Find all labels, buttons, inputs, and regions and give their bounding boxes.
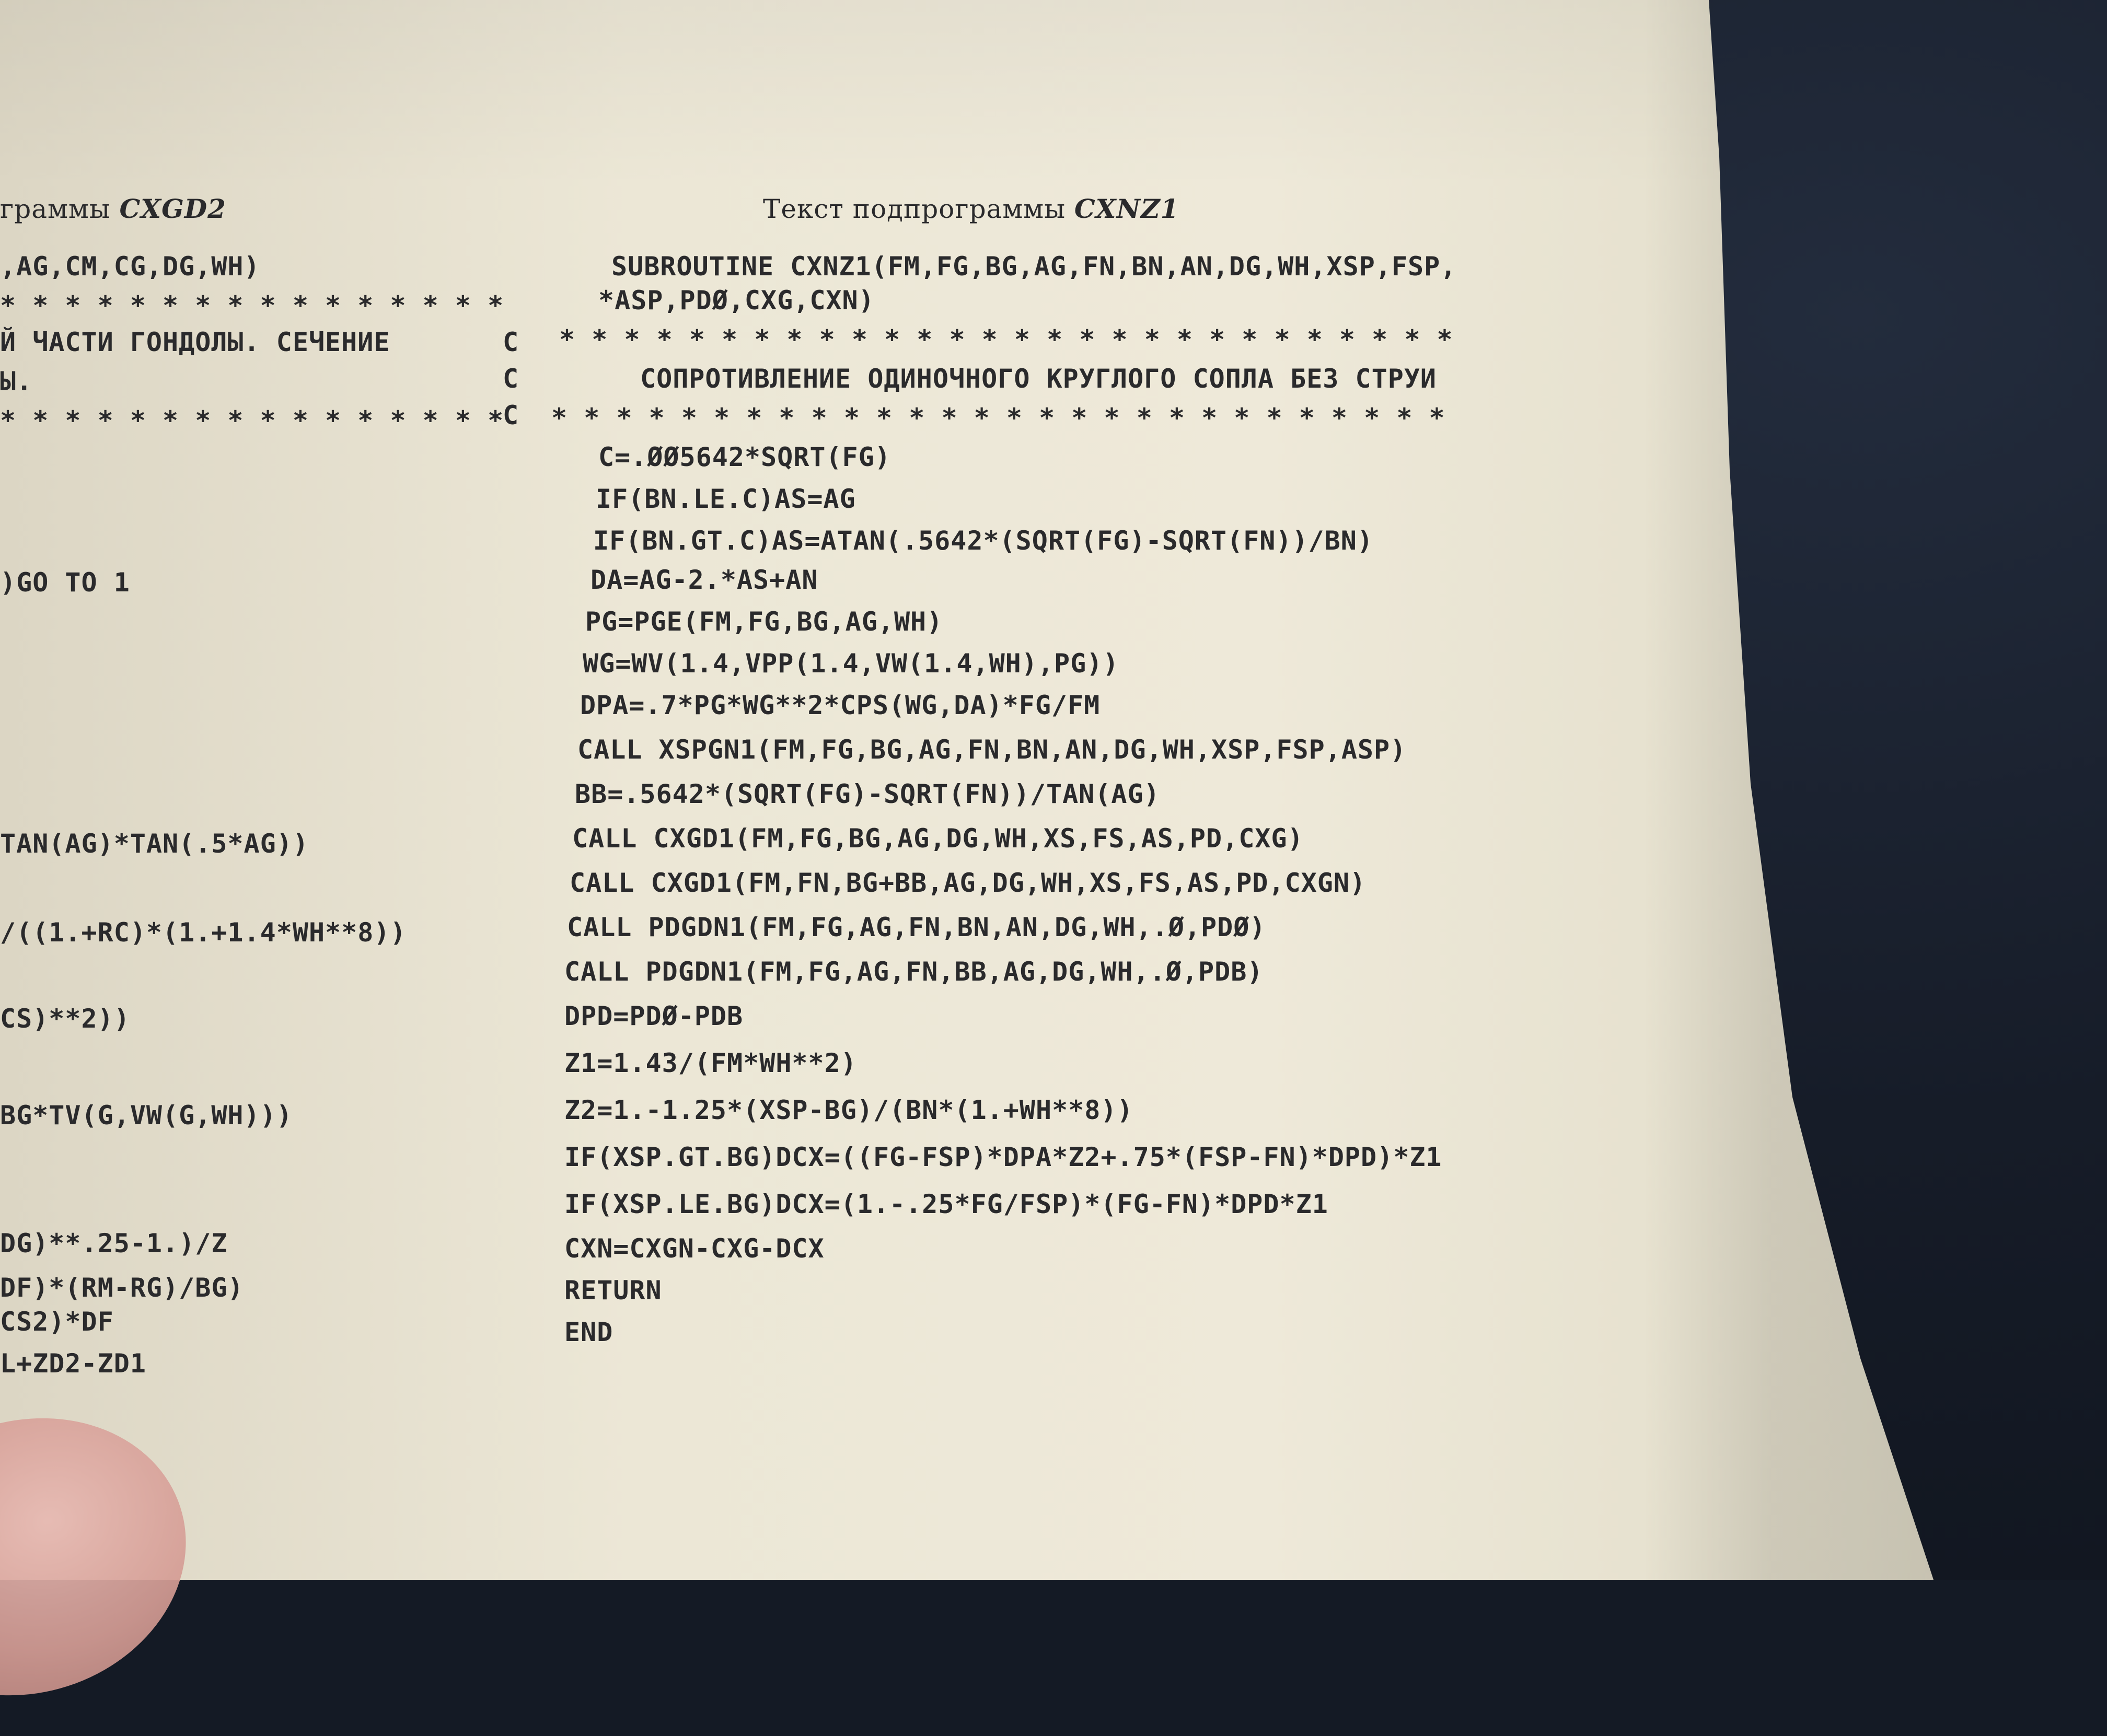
left-title-name: CXGD2 xyxy=(119,193,226,224)
code-line: IF(XSP.LE.BG)DCX=(1.-.25*FG/FSP)*(FG-FN)… xyxy=(564,1189,1328,1219)
code-line: IF(BN.GT.C)AS=ATAN(.5642*(SQRT(FG)-SQRT(… xyxy=(593,526,1373,556)
code-line: END xyxy=(564,1317,613,1347)
left-line: Й ЧАСТИ ГОНДОЛЫ. СЕЧЕНИЕ xyxy=(0,327,390,357)
code-line: DPD=PDØ-PDB xyxy=(564,1001,744,1031)
left-line: TAN(AG)*TAN(.5*AG)) xyxy=(0,829,309,859)
code-line: * * * * * * * * * * * * * * * * * * * * … xyxy=(559,324,1453,355)
code-line: Z1=1.43/(FM*WH**2) xyxy=(564,1048,857,1078)
left-line: CS)**2)) xyxy=(0,1004,130,1034)
left-line: DG)**.25-1.)/Z xyxy=(0,1228,228,1259)
code-line: DPA=.7*PG*WG**2*CPS(WG,DA)*FG/FM xyxy=(580,690,1101,720)
code-line: BB=.5642*(SQRT(FG)-SQRT(FN))/TAN(AG) xyxy=(575,779,1160,809)
code-line: IF(BN.LE.C)AS=AG xyxy=(596,484,856,514)
left-line: BG*TV(G,VW(G,WH))) xyxy=(0,1100,293,1131)
left-line: ,AG,CM,CG,DG,WH) xyxy=(0,251,260,282)
code-line: CALL CXGD1(FM,FG,BG,AG,DG,WH,XS,FS,AS,PD… xyxy=(572,823,1304,854)
code-line: RETURN xyxy=(564,1275,662,1306)
left-line: Ы. xyxy=(0,366,33,397)
code-line: Z2=1.-1.25*(XSP-BG)/(BN*(1.+WH**8)) xyxy=(564,1095,1133,1125)
code-line: SUBROUTINE CXNZ1(FM,FG,BG,AG,FN,BN,AN,DG… xyxy=(611,251,1457,282)
code-line: IF(XSP.GT.BG)DCX=((FG-FSP)*DPA*Z2+.75*(F… xyxy=(564,1142,1442,1172)
left-line: )GO TO 1 xyxy=(0,567,130,598)
left-title-text: граммы xyxy=(0,194,120,224)
code-line: СОПРОТИВЛЕНИЕ ОДИНОЧНОГО КРУГЛОГО СОПЛА … xyxy=(640,364,1437,394)
code-line: C=.ØØ5642*SQRT(FG) xyxy=(598,442,891,472)
left-line: * * * * * * * * * * * * * * * * xyxy=(0,290,504,321)
code-line: CXN=CXGN-CXG-DCX xyxy=(564,1233,825,1264)
code-line: *ASP,PDØ,CXG,CXN) xyxy=(598,285,875,316)
right-title: Текст подпрограммы CXNZ1 xyxy=(763,193,1179,225)
comment-marker: C xyxy=(503,364,519,394)
code-line: CALL XSPGN1(FM,FG,BG,AG,FN,BN,AN,DG,WH,X… xyxy=(577,735,1407,765)
left-line: DF)*(RM-RG)/BG) xyxy=(0,1273,244,1303)
right-title-text: Текст подпрограммы xyxy=(763,194,1074,224)
left-line: /((1.+RC)*(1.+1.4*WH**8)) xyxy=(0,917,407,948)
right-title-name: CXNZ1 xyxy=(1074,193,1179,224)
left-line: CS2)*DF xyxy=(0,1307,114,1337)
code-line: PG=PGE(FM,FG,BG,AG,WH) xyxy=(585,607,943,637)
code-line: CALL PDGDN1(FM,FG,AG,FN,BN,AN,DG,WH,.Ø,P… xyxy=(567,912,1266,942)
comment-marker: C xyxy=(503,400,519,430)
code-line: CALL CXGD1(FM,FN,BG+BB,AG,DG,WH,XS,FS,AS… xyxy=(570,868,1367,898)
code-line: * * * * * * * * * * * * * * * * * * * * … xyxy=(551,403,1445,433)
code-line: WG=WV(1.4,VPP(1.4,VW(1.4,WH),PG)) xyxy=(583,648,1119,679)
left-line: * * * * * * * * * * * * * * * * xyxy=(0,405,504,436)
comment-marker: C xyxy=(503,327,519,357)
left-title: граммы CXGD2 xyxy=(0,193,226,225)
left-line: L+ZD2-ZD1 xyxy=(0,1348,146,1379)
code-line: DA=AG-2.*AS+AN xyxy=(591,565,818,595)
code-line: CALL PDGDN1(FM,FG,AG,FN,BB,AG,DG,WH,.Ø,P… xyxy=(564,957,1264,987)
